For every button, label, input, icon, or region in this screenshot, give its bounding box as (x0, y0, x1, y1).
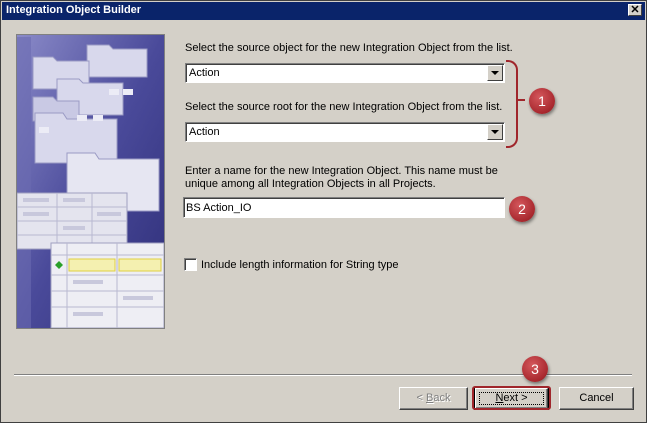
source-root-label: Select the source root for the new Integ… (185, 101, 503, 113)
back-button[interactable]: < Back (399, 387, 468, 410)
source-object-dropdown[interactable]: Action (185, 63, 505, 83)
source-root-value: Action (189, 126, 220, 138)
callout-bracket-tip (517, 99, 525, 101)
include-length-checkbox[interactable] (184, 258, 197, 271)
folders-illustration (17, 35, 164, 328)
name-label-line2: unique among all Integration Objects in … (185, 178, 436, 190)
callout-badge-2: 2 (509, 196, 535, 222)
source-object-label: Select the source object for the new Int… (185, 42, 513, 54)
back-rest: ack (433, 392, 451, 404)
close-icon: ✕ (630, 4, 640, 16)
include-length-label: Include length information for String ty… (201, 259, 399, 271)
callout-badge-3: 3 (522, 356, 548, 382)
window-title: Integration Object Builder (6, 4, 142, 16)
source-object-value: Action (189, 67, 220, 79)
chevron-down-icon[interactable] (487, 65, 503, 81)
chevron-down-icon[interactable] (487, 124, 503, 140)
cancel-button[interactable]: Cancel (559, 387, 634, 410)
integration-object-name-input[interactable] (183, 197, 505, 218)
next-highlight-callout (472, 386, 551, 410)
callout-bracket (506, 60, 518, 148)
back-prefix: < (416, 392, 426, 404)
source-root-dropdown[interactable]: Action (185, 122, 505, 142)
title-bar[interactable]: Integration Object Builder ✕ (2, 2, 645, 20)
wizard-illustration (16, 34, 165, 329)
close-button[interactable]: ✕ (628, 4, 642, 16)
name-label-line1: Enter a name for the new Integration Obj… (185, 165, 498, 177)
callout-badge-1: 1 (529, 88, 555, 114)
